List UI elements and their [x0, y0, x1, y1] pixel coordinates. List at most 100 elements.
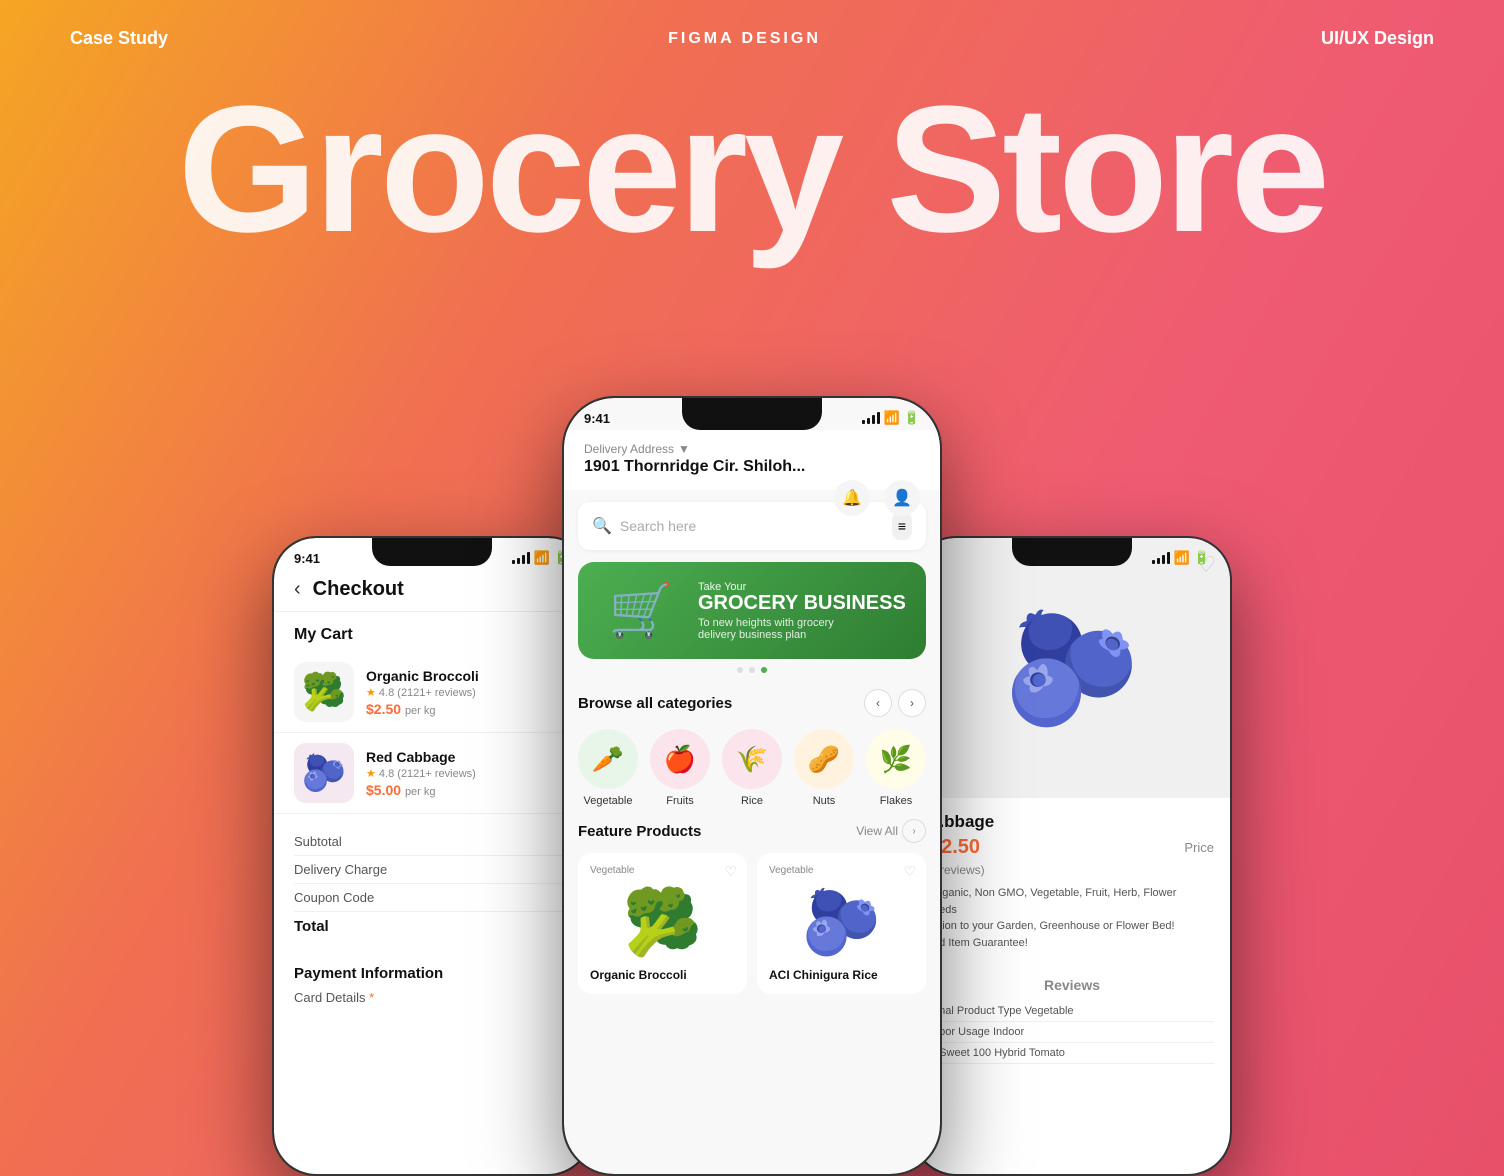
reviews-title: Reviews	[930, 977, 1214, 993]
broccoli-name: Organic Broccoli	[366, 668, 570, 684]
checkout-header: ‹ Checkout	[274, 570, 590, 612]
cabbage-unit: per kg	[405, 786, 436, 798]
feature-products-header: Feature Products View All ›	[578, 819, 926, 843]
cat-flakes-icon: 🌿	[866, 729, 926, 789]
c-bar3	[872, 415, 875, 424]
delivery-action-icons: 🔔 👤	[834, 480, 920, 516]
cabbage-heart-icon[interactable]: ♡	[903, 863, 916, 880]
checkout-totals: Subtotal Delivery Charge Coupon Code Tot…	[274, 814, 590, 955]
cat-flakes[interactable]: 🌿 Flakes	[866, 729, 926, 807]
categories-section-header: Browse all categories ‹ ›	[564, 677, 940, 725]
view-all-btn[interactable]: View All ›	[856, 819, 926, 843]
left-phone-screen: 9:41 📶 🔋 ‹ Checkou	[274, 538, 590, 1174]
product-reviews-count: ...reviews)	[930, 863, 1214, 877]
payment-title: Payment Information	[294, 965, 570, 982]
cabbage-name: Red Cabbage	[366, 749, 570, 765]
cat-vegetable[interactable]: 🥕 Vegetable	[578, 729, 638, 807]
categories-row: 🥕 Vegetable 🍎 Fruits 🌾 Rice 🥜 Nuts 🌿	[564, 725, 940, 819]
bar1	[512, 560, 515, 564]
card-details-field[interactable]: Card Details *	[294, 990, 570, 1005]
broccoli-price: $2.50 per kg	[366, 701, 570, 717]
promo-banner: 🛒 Take Your GROCERY BUSINESS To new heig…	[578, 562, 926, 659]
dot-3	[761, 667, 767, 673]
broccoli-heart-icon[interactable]: ♡	[724, 863, 737, 880]
product-detail-name: ...bbage	[930, 812, 1214, 832]
cat-rice[interactable]: 🌾 Rice	[722, 729, 782, 807]
product-hero-emoji: 🫐	[1004, 604, 1141, 733]
center-status-icons: 📶 🔋	[862, 410, 920, 426]
phones-container: 9:41 📶 🔋 ‹ Checkou	[0, 396, 1504, 1176]
view-all-arrow[interactable]: ›	[902, 819, 926, 843]
center-phone-notch	[682, 398, 822, 430]
dot-2	[749, 667, 755, 673]
cabbage-category: Vegetable	[769, 865, 914, 876]
back-button[interactable]: ‹	[294, 578, 301, 601]
user-icon[interactable]: 👤	[884, 480, 920, 516]
r-bar4	[1167, 552, 1170, 564]
bar2	[517, 558, 520, 564]
product-cabbage[interactable]: ♡ Vegetable 🫐 ACI Chinigura Rice	[757, 853, 926, 994]
right-phone: 📶 🔋 🫐 ♡ ...bbage $2.50 Price ...reviews)	[912, 536, 1232, 1176]
banner-text: Take Your GROCERY BUSINESS To new height…	[698, 581, 908, 641]
notification-icon[interactable]: 🔔	[834, 480, 870, 516]
left-phone-notch	[372, 538, 492, 566]
cat-flakes-label: Flakes	[880, 795, 912, 807]
delivery-label: Delivery Charge	[294, 862, 387, 877]
delivery-address-text: 1901 Thornridge Cir. Shiloh...	[584, 458, 920, 476]
center-signal-bars	[862, 412, 880, 424]
cat-fruits-label: Fruits	[666, 795, 694, 807]
featured-title: Feature Products	[578, 823, 701, 840]
cat-rice-icon: 🌾	[722, 729, 782, 789]
c-bar2	[867, 418, 870, 424]
cat-nuts-icon: 🥜	[794, 729, 854, 789]
left-phone: 9:41 📶 🔋 ‹ Checkou	[272, 536, 592, 1176]
price-row: $2.50 Price	[930, 836, 1214, 859]
r-bar1	[1152, 560, 1155, 564]
broccoli-category: Vegetable	[590, 865, 735, 876]
total-row: Total	[294, 912, 570, 941]
prev-arrow[interactable]: ‹	[864, 689, 892, 717]
cabbage-price: $5.00 per kg	[366, 782, 570, 798]
cat-vegetable-label: Vegetable	[584, 795, 633, 807]
filter-icon[interactable]: ≡	[892, 512, 912, 540]
center-phone: 9:41 📶 🔋 Delivery Address ▼	[562, 396, 942, 1176]
cabbage-rating: ★ 4.8 (2121+ reviews)	[366, 767, 570, 780]
category-nav-arrows: ‹ ›	[864, 689, 926, 717]
wifi-icon: 📶	[534, 550, 550, 566]
r-bar2	[1157, 558, 1160, 564]
search-icon: 🔍	[592, 516, 612, 536]
review-item-3: ...Sweet 100 Hybrid Tomato	[930, 1043, 1214, 1064]
next-arrow[interactable]: ›	[898, 689, 926, 717]
coupon-row: Coupon Code	[294, 884, 570, 912]
right-battery-icon: 🔋	[1194, 550, 1210, 566]
cart-title: My Cart	[274, 612, 590, 652]
cat-nuts[interactable]: 🥜 Nuts	[794, 729, 854, 807]
product-broccoli[interactable]: ♡ Vegetable 🥦 Organic Broccoli	[578, 853, 747, 994]
product-description: Organic, Non GMO, Vegetable, Fruit, Herb…	[930, 885, 1214, 951]
delivery-address-label: Delivery Address ▼	[584, 442, 920, 456]
cat-fruits-icon: 🍎	[650, 729, 710, 789]
left-time: 9:41	[294, 551, 320, 566]
broccoli-product-name: Organic Broccoli	[590, 968, 735, 982]
subtotal-row: Subtotal	[294, 828, 570, 856]
bar3	[522, 555, 525, 564]
header-right-label: UI/UX Design	[1321, 28, 1434, 49]
header: Case Study FIGMA DESIGN UI/UX Design	[0, 0, 1504, 77]
chevron-down-icon: ▼	[678, 442, 690, 456]
star-icon: ★	[366, 687, 376, 699]
payment-section: Payment Information Card Details *	[274, 955, 590, 1015]
cat-fruits[interactable]: 🍎 Fruits	[650, 729, 710, 807]
product-hero: 🫐 ♡	[914, 538, 1230, 798]
cabbage-product-image: 🫐	[769, 882, 914, 962]
delivery-row: Delivery Charge	[294, 856, 570, 884]
cat-nuts-label: Nuts	[813, 795, 836, 807]
view-all-label: View All	[856, 824, 898, 838]
banner-dots	[564, 667, 940, 673]
c-bar1	[862, 420, 865, 424]
delivery-section: Delivery Address ▼ 1901 Thornridge Cir. …	[564, 430, 940, 490]
review-item-1: ...nal Product Type Vegetable	[930, 1001, 1214, 1022]
main-title: Grocery Store	[0, 80, 1504, 260]
broccoli-info: Organic Broccoli ★ 4.8 (2121+ reviews) $…	[366, 668, 570, 717]
right-signal-bars	[1152, 552, 1170, 564]
header-case-study: Case Study	[70, 28, 168, 49]
